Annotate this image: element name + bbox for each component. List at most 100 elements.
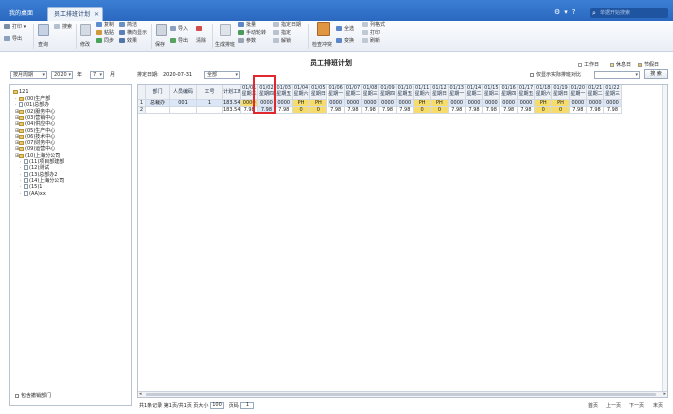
- schedule-cell[interactable]: 7.98: [587, 107, 605, 114]
- column-header[interactable]: 计划工时: [223, 85, 241, 100]
- manual-rotate-button[interactable]: 手动轮转: [238, 30, 266, 37]
- schedule-cell[interactable]: 7.98: [483, 107, 501, 114]
- day-column-header[interactable]: 01/20 星期一: [569, 85, 587, 100]
- clear-button[interactable]: 清除: [196, 38, 206, 45]
- edit-icon[interactable]: [80, 24, 91, 36]
- table-cell[interactable]: 183.54: [223, 107, 241, 114]
- schedule-cell[interactable]: 7.98: [275, 107, 293, 114]
- year-select[interactable]: 2020: [51, 71, 73, 79]
- specify-date-button[interactable]: 指定日期: [273, 22, 301, 29]
- schedule-cell[interactable]: 7.98: [396, 107, 414, 114]
- day-column-header[interactable]: 01/05 星期日: [310, 85, 328, 100]
- schedule-cell[interactable]: 7.98: [362, 107, 380, 114]
- select-all-button[interactable]: 全选: [336, 26, 354, 33]
- schedule-cell[interactable]: 0000: [362, 100, 380, 107]
- schedule-cell[interactable]: 0000: [448, 100, 466, 107]
- schedule-cell[interactable]: 0000: [465, 100, 484, 107]
- tree-node[interactable]: · (01)总部办: [15, 102, 49, 108]
- scroll-left-icon[interactable]: ◂: [139, 391, 142, 397]
- schedule-cell[interactable]: 0: [414, 107, 432, 114]
- tree-node[interactable]: · (13)总部办2: [20, 171, 57, 178]
- page-size-input[interactable]: 100: [210, 402, 225, 409]
- schedule-cell[interactable]: 0000: [275, 100, 293, 107]
- schedule-cell[interactable]: 0000: [483, 100, 501, 107]
- schedule-cell[interactable]: 0000: [344, 100, 363, 107]
- tree-node[interactable]: · (14)上海分公司: [20, 177, 64, 184]
- day-column-header[interactable]: 01/12 星期日: [431, 85, 449, 100]
- query-icon[interactable]: [38, 24, 49, 36]
- tree-root[interactable]: 121: [13, 89, 29, 95]
- prev-page-link[interactable]: 上一页: [606, 402, 621, 411]
- refresh-button[interactable]: 刷新: [362, 38, 380, 45]
- simple-button[interactable]: 简洁: [119, 22, 137, 29]
- tree-node[interactable]: ⊞ (05)生产中心: [15, 128, 55, 134]
- schedule-cell[interactable]: PH: [535, 100, 553, 107]
- day-column-header[interactable]: 01/07 星期二: [344, 85, 363, 100]
- vertical-scrollbar[interactable]: [662, 85, 667, 393]
- transform-button[interactable]: 变换: [336, 38, 354, 45]
- generate-schedule-icon[interactable]: [220, 24, 231, 36]
- schedule-cell[interactable]: PH: [310, 100, 328, 107]
- day-column-header[interactable]: 01/14 星期二: [465, 85, 484, 100]
- next-page-link[interactable]: 下一页: [629, 402, 644, 411]
- schedule-cell[interactable]: 0: [535, 107, 553, 114]
- schedule-cell[interactable]: 0000: [517, 100, 536, 107]
- column-header[interactable]: 部门: [146, 85, 170, 100]
- check-conflict-icon[interactable]: [317, 22, 330, 36]
- day-column-header[interactable]: 01/10 星期五: [396, 85, 414, 100]
- schedule-cell[interactable]: 7.98: [448, 107, 466, 114]
- schedule-cell[interactable]: 7.98: [379, 107, 397, 114]
- day-column-header[interactable]: 01/04 星期六: [292, 85, 311, 100]
- table-cell[interactable]: [170, 107, 197, 114]
- schedule-cell[interactable]: 7.98: [604, 107, 622, 114]
- day-column-header[interactable]: 01/19 星期日: [552, 85, 570, 100]
- tree-node[interactable]: · (12)测试: [20, 165, 49, 171]
- page-number-input[interactable]: 1: [240, 402, 255, 409]
- close-icon[interactable]: ✕: [94, 8, 99, 22]
- export-button-2[interactable]: 导出: [170, 38, 188, 45]
- day-column-header[interactable]: 01/15 星期三: [483, 85, 501, 100]
- clear-icon-btn[interactable]: [196, 26, 204, 33]
- month-select[interactable]: 7: [90, 71, 104, 79]
- specify-button[interactable]: 指定: [273, 30, 291, 37]
- day-column-header[interactable]: 01/11 星期六: [414, 85, 432, 100]
- parameter-button[interactable]: 参数: [238, 38, 256, 45]
- horizontal-display-button[interactable]: 横向显示: [119, 30, 147, 37]
- tab-employee-schedule[interactable]: 员工排班计划 ✕: [47, 7, 103, 21]
- global-search-input[interactable]: ⌕ 单据开始搜索: [590, 8, 668, 18]
- save-icon[interactable]: [156, 24, 167, 36]
- scroll-right-icon[interactable]: ▸: [663, 391, 666, 397]
- tree-node[interactable]: ⊞ (04)供应中心: [15, 121, 55, 127]
- only-show-checkbox[interactable]: 仅显示实际排班对比: [530, 71, 581, 79]
- filter-input[interactable]: [594, 71, 640, 79]
- schedule-cell[interactable]: 0: [292, 107, 311, 114]
- settings-icon[interactable]: ⚙: [554, 8, 560, 18]
- day-column-header[interactable]: 01/09 星期四: [379, 85, 397, 100]
- save-button[interactable]: 保存: [155, 42, 165, 49]
- schedule-cell[interactable]: 0: [310, 107, 328, 114]
- effect-button[interactable]: 效果: [119, 38, 137, 45]
- schedule-cell[interactable]: 7.98: [465, 107, 484, 114]
- generate-schedule-button[interactable]: 生成排班: [215, 42, 235, 49]
- day-column-header[interactable]: 01/16 星期四: [500, 85, 518, 100]
- period-type-select[interactable]: 按月周期: [10, 71, 47, 79]
- dropdown-icon[interactable]: ▾: [564, 8, 568, 18]
- scope-select[interactable]: 全部: [204, 71, 240, 79]
- table-cell[interactable]: 001: [170, 100, 197, 107]
- schedule-cell[interactable]: 7.98: [517, 107, 536, 114]
- search-button[interactable]: 搜 索: [644, 69, 668, 79]
- schedule-cell[interactable]: 0000: [569, 100, 587, 107]
- print-button-2[interactable]: 打印: [362, 30, 380, 37]
- last-page-link[interactable]: 末页: [653, 402, 663, 411]
- export-button[interactable]: 导出: [4, 36, 22, 43]
- include-revoked-checkbox[interactable]: 包含撤销部门: [15, 392, 51, 399]
- horizontal-scrollbar[interactable]: ◂ ▸: [138, 391, 667, 397]
- schedule-cell[interactable]: PH: [431, 100, 449, 107]
- table-cell[interactable]: [146, 107, 170, 114]
- day-column-header[interactable]: 01/21 星期二: [587, 85, 605, 100]
- tree-node[interactable]: ⊞ (09)运营中心: [15, 146, 55, 152]
- tree-node[interactable]: · (AA)xx: [20, 190, 46, 197]
- tree-node[interactable]: ⊞ (10)上海分公司: [15, 153, 60, 159]
- schedule-cell[interactable]: 0: [552, 107, 570, 114]
- schedule-cell[interactable]: 0: [431, 107, 449, 114]
